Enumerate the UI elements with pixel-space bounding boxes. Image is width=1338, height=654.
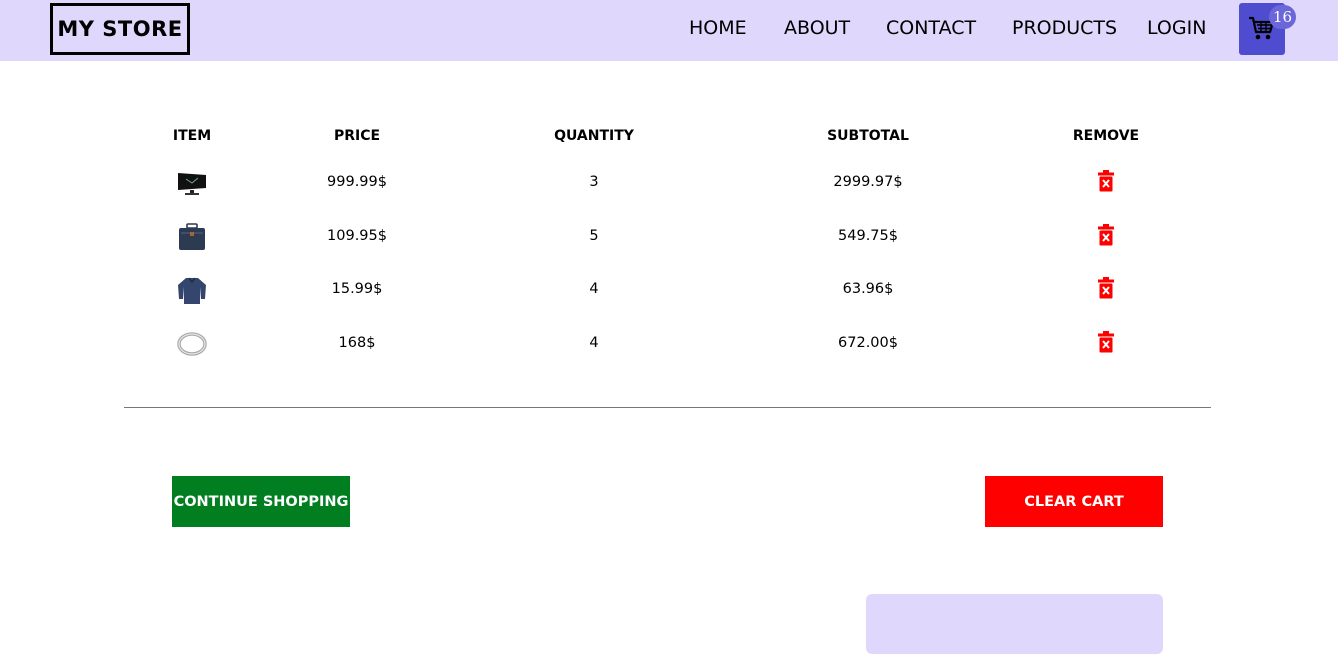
row-quantity: 4 bbox=[589, 281, 599, 297]
store-logo[interactable]: MY STORE bbox=[50, 3, 190, 55]
monitor-thumbnail bbox=[178, 173, 206, 195]
jacket-thumbnail bbox=[178, 277, 206, 304]
cart-count-badge: 16 bbox=[1269, 5, 1296, 29]
row-price: 999.99$ bbox=[327, 174, 387, 190]
row-quantity: 5 bbox=[589, 228, 599, 244]
row-price: 109.95$ bbox=[327, 228, 387, 244]
nav-login-link[interactable]: LOGIN bbox=[1147, 17, 1206, 39]
row-subtotal: 549.75$ bbox=[838, 228, 898, 244]
navbar: MY STORE HOME ABOUT CONTACT PRODUCTS LOG… bbox=[0, 0, 1338, 61]
nav-products-link[interactable]: PRODUCTS bbox=[1012, 17, 1117, 39]
header-subtotal: SUBTOTAL bbox=[827, 128, 909, 144]
nav-contact-link[interactable]: CONTACT bbox=[886, 17, 976, 39]
header-quantity: QUANTITY bbox=[554, 128, 634, 144]
header-price: PRICE bbox=[333, 128, 381, 144]
row-price: 15.99$ bbox=[331, 281, 383, 297]
ring-thumbnail bbox=[177, 332, 207, 356]
row-quantity: 4 bbox=[589, 335, 599, 351]
row-quantity: 3 bbox=[589, 174, 599, 190]
row-price: 168$ bbox=[338, 335, 376, 351]
trash-icon[interactable] bbox=[1098, 277, 1114, 299]
row-subtotal: 63.96$ bbox=[842, 281, 894, 297]
trash-icon[interactable] bbox=[1098, 224, 1114, 246]
header-remove: REMOVE bbox=[1072, 128, 1140, 144]
clear-cart-button[interactable]: CLEAR CART bbox=[985, 476, 1163, 527]
trash-icon[interactable] bbox=[1098, 170, 1114, 192]
backpack-thumbnail bbox=[179, 223, 205, 250]
header-item: ITEM bbox=[172, 128, 212, 144]
continue-shopping-button[interactable]: CONTINUE SHOPPING bbox=[172, 476, 350, 527]
nav-about-link[interactable]: ABOUT bbox=[784, 17, 850, 39]
nav-home-link[interactable]: HOME bbox=[689, 17, 747, 39]
trash-icon[interactable] bbox=[1098, 331, 1114, 353]
order-summary-box bbox=[866, 594, 1163, 654]
row-subtotal: 672.00$ bbox=[838, 335, 898, 351]
row-subtotal: 2999.97$ bbox=[833, 174, 903, 190]
table-divider bbox=[124, 407, 1211, 408]
